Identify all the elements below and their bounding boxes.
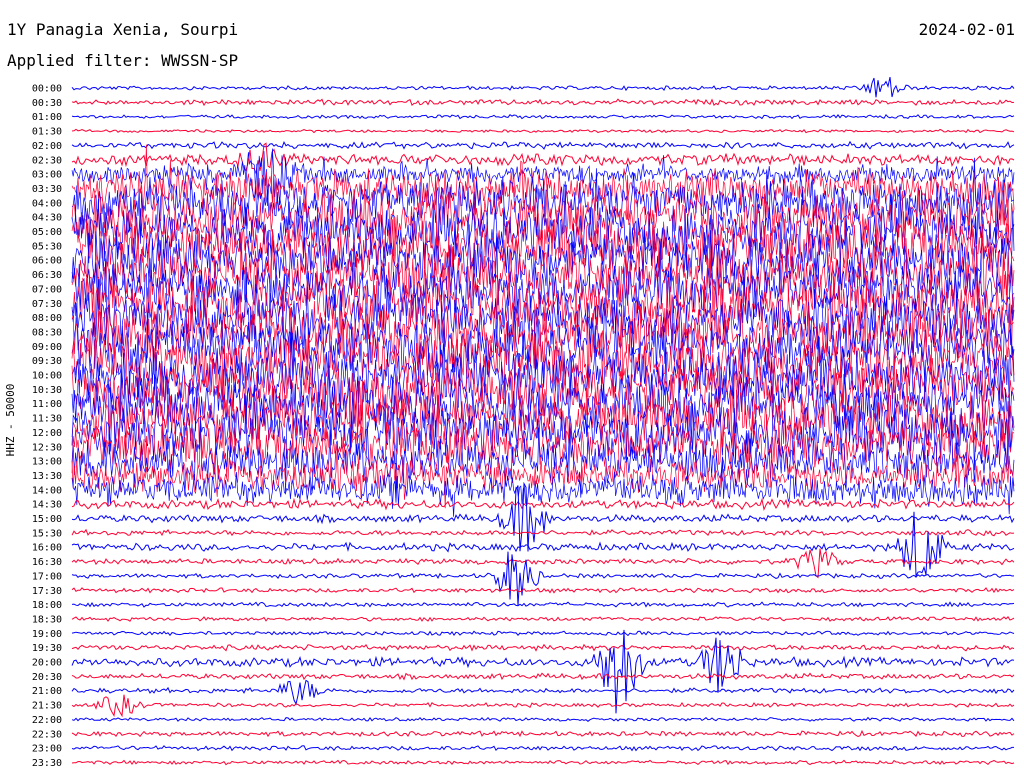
time-tick-label: 03:30 xyxy=(32,184,62,195)
time-tick-label: 00:30 xyxy=(32,98,62,109)
time-tick-label: 23:00 xyxy=(32,744,62,755)
trace-line-0100 xyxy=(71,113,1015,120)
time-tick-label: 14:00 xyxy=(32,485,62,496)
time-tick-label: 23:30 xyxy=(32,758,62,769)
time-tick-label: 22:30 xyxy=(32,729,62,740)
time-tick-label: 08:30 xyxy=(32,327,62,338)
trace-line-0130 xyxy=(71,128,1015,134)
time-tick-label: 05:30 xyxy=(32,241,62,252)
trace-line-0200 xyxy=(71,140,1015,150)
time-tick-label: 11:30 xyxy=(32,414,62,425)
trace-line-2300 xyxy=(71,745,1014,752)
time-tick-label: 19:30 xyxy=(32,643,62,654)
trace-line-1900 xyxy=(71,630,1015,637)
time-tick-label: 12:30 xyxy=(32,442,62,453)
time-tick-label: 20:00 xyxy=(32,658,62,669)
time-tick-label: 07:00 xyxy=(32,284,62,295)
time-tick-label: 04:00 xyxy=(32,198,62,209)
time-tick-label: 15:30 xyxy=(32,528,62,539)
trace-line-1630 xyxy=(71,548,1015,579)
time-tick-label: 18:00 xyxy=(32,600,62,611)
time-tick-label: 10:00 xyxy=(32,371,62,382)
time-tick-label: 21:00 xyxy=(32,686,62,697)
time-tick-label: 16:00 xyxy=(32,543,62,554)
trace-line-1830 xyxy=(71,615,1015,622)
time-tick-label: 08:00 xyxy=(32,313,62,324)
trace-line-2000 xyxy=(71,629,1015,714)
helicorder-plot: 00:00 00:30 01:00 01:30 02:00 02:30 03:00 03:30… xyxy=(32,76,1015,769)
time-tick-label: 09:00 xyxy=(32,342,62,353)
trace-line-2230 xyxy=(71,729,1015,738)
trace-line-1300 xyxy=(71,412,1015,498)
time-tick-label: 19:00 xyxy=(32,629,62,640)
trace-line-1930 xyxy=(71,643,1015,652)
trace-line-0030 xyxy=(71,98,1015,107)
trace-line-2200 xyxy=(71,716,1015,722)
time-tick-label: 14:30 xyxy=(32,500,62,511)
time-tick-label: 01:30 xyxy=(32,127,62,138)
trace-line-1730 xyxy=(71,587,1015,594)
time-tick-label: 11:00 xyxy=(32,399,62,410)
time-tick-label: 18:30 xyxy=(32,614,62,625)
time-tick-label: 13:00 xyxy=(32,457,62,468)
time-tick-label: 21:30 xyxy=(32,701,62,712)
time-tick-label: 02:30 xyxy=(32,155,62,166)
time-tick-label: 16:30 xyxy=(32,557,62,568)
trace-line-2130 xyxy=(71,694,1015,718)
time-tick-label: 17:00 xyxy=(32,571,62,582)
trace-line-1530 xyxy=(71,528,1015,537)
time-tick-label: 06:00 xyxy=(32,256,62,267)
time-tick-label: 04:30 xyxy=(32,213,62,224)
time-tick-label: 17:30 xyxy=(32,586,62,597)
time-tick-label: 00:00 xyxy=(32,84,62,95)
time-tick-label: 20:30 xyxy=(32,672,62,683)
trace-line-2330 xyxy=(71,759,1015,766)
time-tick-label: 22:00 xyxy=(32,715,62,726)
trace-line-0000 xyxy=(71,76,1015,98)
time-tick-label: 06:30 xyxy=(32,270,62,281)
time-tick-label: 10:30 xyxy=(32,385,62,396)
time-tick-label: 13:30 xyxy=(32,471,62,482)
trace-line-2100 xyxy=(71,679,1015,706)
time-tick-label: 12:00 xyxy=(32,428,62,439)
trace-line-1700 xyxy=(71,551,1015,606)
time-tick-label: 15:00 xyxy=(32,514,62,525)
time-tick-label: 03:00 xyxy=(32,170,62,181)
time-tick-label: 07:30 xyxy=(32,299,62,310)
time-tick-label: 02:00 xyxy=(32,141,62,152)
trace-line-2030 xyxy=(71,672,1015,681)
time-tick-label: 01:00 xyxy=(32,112,62,123)
trace-line-1800 xyxy=(71,601,1015,608)
time-tick-label: 09:30 xyxy=(32,356,62,367)
time-tick-label: 05:00 xyxy=(32,227,62,238)
